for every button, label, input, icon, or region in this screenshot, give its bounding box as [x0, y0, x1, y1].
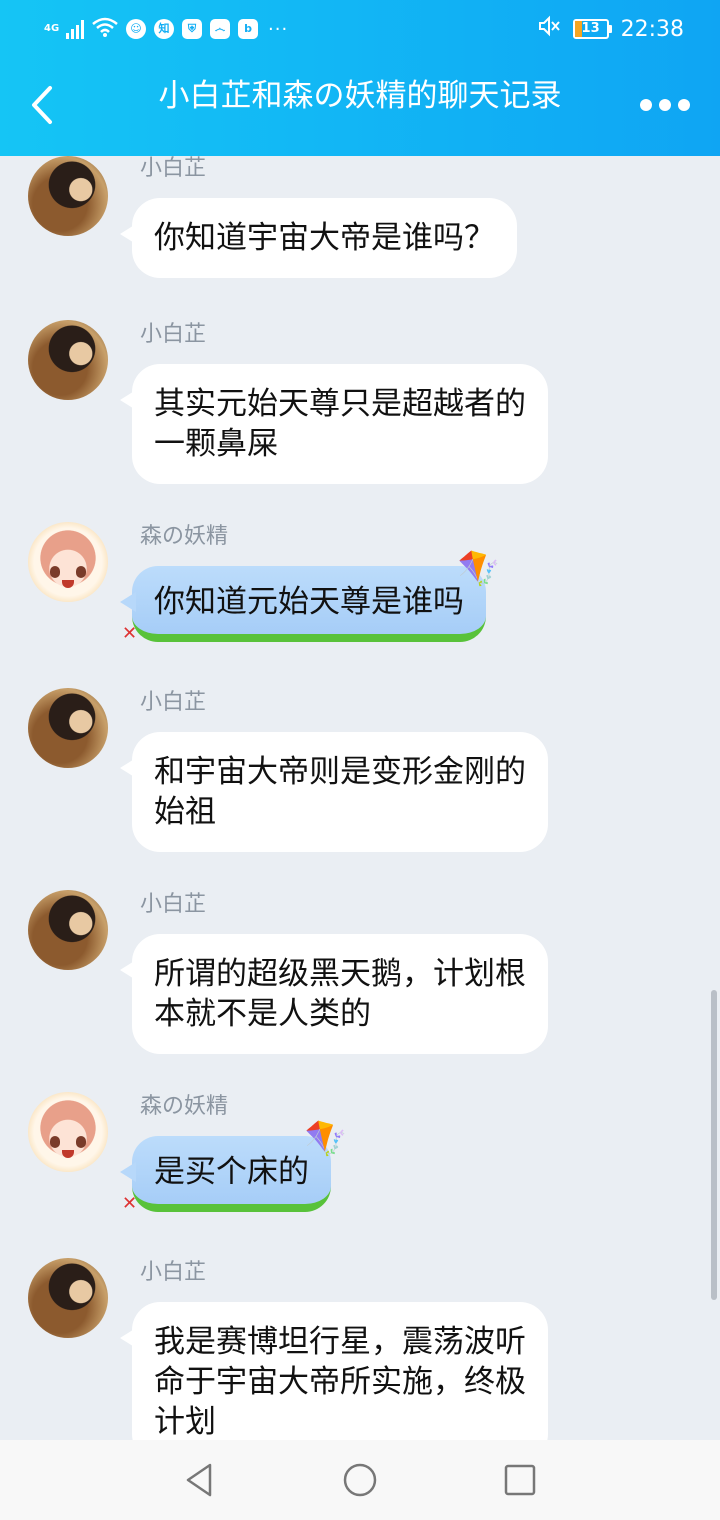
message-bubble[interactable]: 我是赛博坦行星，震荡波听 命于宇宙大帝所实施，终极 计划	[120, 1302, 548, 1440]
status-right: 13 22:38	[537, 14, 684, 44]
avatar[interactable]	[28, 320, 108, 400]
message-bubble[interactable]: 你知道宇宙大帝是谁吗？	[120, 198, 517, 278]
avatar[interactable]	[28, 522, 108, 602]
sender-name: 小白芷	[140, 322, 207, 347]
avatar[interactable]	[28, 1258, 108, 1338]
dot-icon	[640, 99, 652, 111]
title-bar: 小白芷和森の妖精的聊天记录	[0, 60, 720, 156]
back-button[interactable]	[24, 82, 64, 128]
chevron-left-icon	[32, 86, 52, 124]
bluebox-icon: b	[238, 19, 258, 39]
status-bar: 4G ☺ 知 ⛨ ෴ b ··· 13 22:38	[0, 0, 720, 58]
battery-icon: 13	[572, 19, 612, 39]
wifi-icon	[92, 17, 118, 41]
kite-icon: 🪁	[304, 1119, 347, 1159]
scrollbar[interactable]	[711, 990, 717, 1300]
square-recents-icon	[504, 1464, 536, 1496]
nav-recents-button[interactable]	[500, 1460, 540, 1500]
message-text: 所谓的超级黑天鹅，计划根	[154, 956, 526, 992]
message-text: 是买个床的	[154, 1154, 309, 1190]
shield-icon: ⛨	[182, 19, 202, 39]
mute-icon	[537, 14, 561, 44]
message-text: 一颗鼻屎	[154, 426, 278, 462]
pin-icon: ✕	[122, 623, 138, 644]
header-bar: 4G ☺ 知 ⛨ ෴ b ··· 13 22:38 小白芷和森の妖精的聊天记录	[0, 0, 720, 156]
circle-home-icon	[343, 1463, 377, 1497]
avatar[interactable]	[28, 890, 108, 970]
dot-icon	[678, 99, 690, 111]
message-text: 我是赛博坦行星，震荡波听	[154, 1324, 526, 1360]
sender-name: 森の妖精	[140, 524, 229, 549]
chat-history[interactable]: 小白芷 你知道宇宙大帝是谁吗？ 小白芷 其实元始天尊只是超越者的 一颗鼻屎 森の…	[0, 156, 720, 1440]
qq-icon: ☺	[126, 19, 146, 39]
message-bubble[interactable]: 其实元始天尊只是超越者的 一颗鼻屎	[120, 364, 548, 484]
battery-level: 13	[581, 21, 600, 36]
message-text: 始祖	[154, 794, 216, 830]
message-bubble[interactable]: 你知道元始天尊是谁吗 🪁 ✕	[120, 552, 500, 644]
sender-name: 小白芷	[140, 892, 207, 917]
message-bubble[interactable]: 是买个床的 🪁 ✕	[120, 1122, 347, 1214]
sender-name: 小白芷	[140, 1260, 207, 1285]
avatar[interactable]	[28, 688, 108, 768]
triangle-back-icon	[186, 1463, 212, 1497]
nav-back-button[interactable]	[180, 1460, 220, 1500]
message-bubble[interactable]: 和宇宙大帝则是变形金刚的 始祖	[120, 732, 548, 852]
message-text: 和宇宙大帝则是变形金刚的	[154, 754, 526, 790]
more-notifications-icon: ···	[268, 18, 289, 40]
kite-icon: 🪁	[457, 549, 500, 589]
dot-icon	[659, 99, 671, 111]
message-bubble[interactable]: 所谓的超级黑天鹅，计划根 本就不是人类的	[120, 934, 548, 1054]
network-type: 4G	[44, 23, 60, 34]
nav-home-button[interactable]	[340, 1460, 380, 1500]
page-title: 小白芷和森の妖精的聊天记录	[158, 78, 562, 114]
message-text: 计划	[154, 1404, 216, 1440]
message-text: 你知道元始天尊是谁吗	[154, 584, 464, 620]
baidu-icon: ෴	[210, 19, 230, 39]
clock: 22:38	[620, 16, 684, 42]
zhihu-icon: 知	[154, 19, 174, 39]
system-nav-bar	[0, 1440, 720, 1520]
message-text: 命于宇宙大帝所实施，终极	[154, 1364, 526, 1400]
status-left: 4G ☺ 知 ⛨ ෴ b ···	[44, 14, 288, 44]
sender-name: 森の妖精	[140, 1094, 229, 1119]
avatar[interactable]	[28, 156, 108, 236]
message-text: 本就不是人类的	[154, 996, 371, 1032]
avatar[interactable]	[28, 1092, 108, 1172]
message-text: 其实元始天尊只是超越者的	[154, 386, 526, 422]
message-text: 你知道宇宙大帝是谁吗？	[154, 220, 495, 256]
more-options-button[interactable]	[640, 90, 690, 120]
pin-icon: ✕	[122, 1193, 138, 1214]
sender-name: 小白芷	[140, 690, 207, 715]
sender-name: 小白芷	[140, 156, 207, 181]
signal-icon	[66, 19, 84, 39]
